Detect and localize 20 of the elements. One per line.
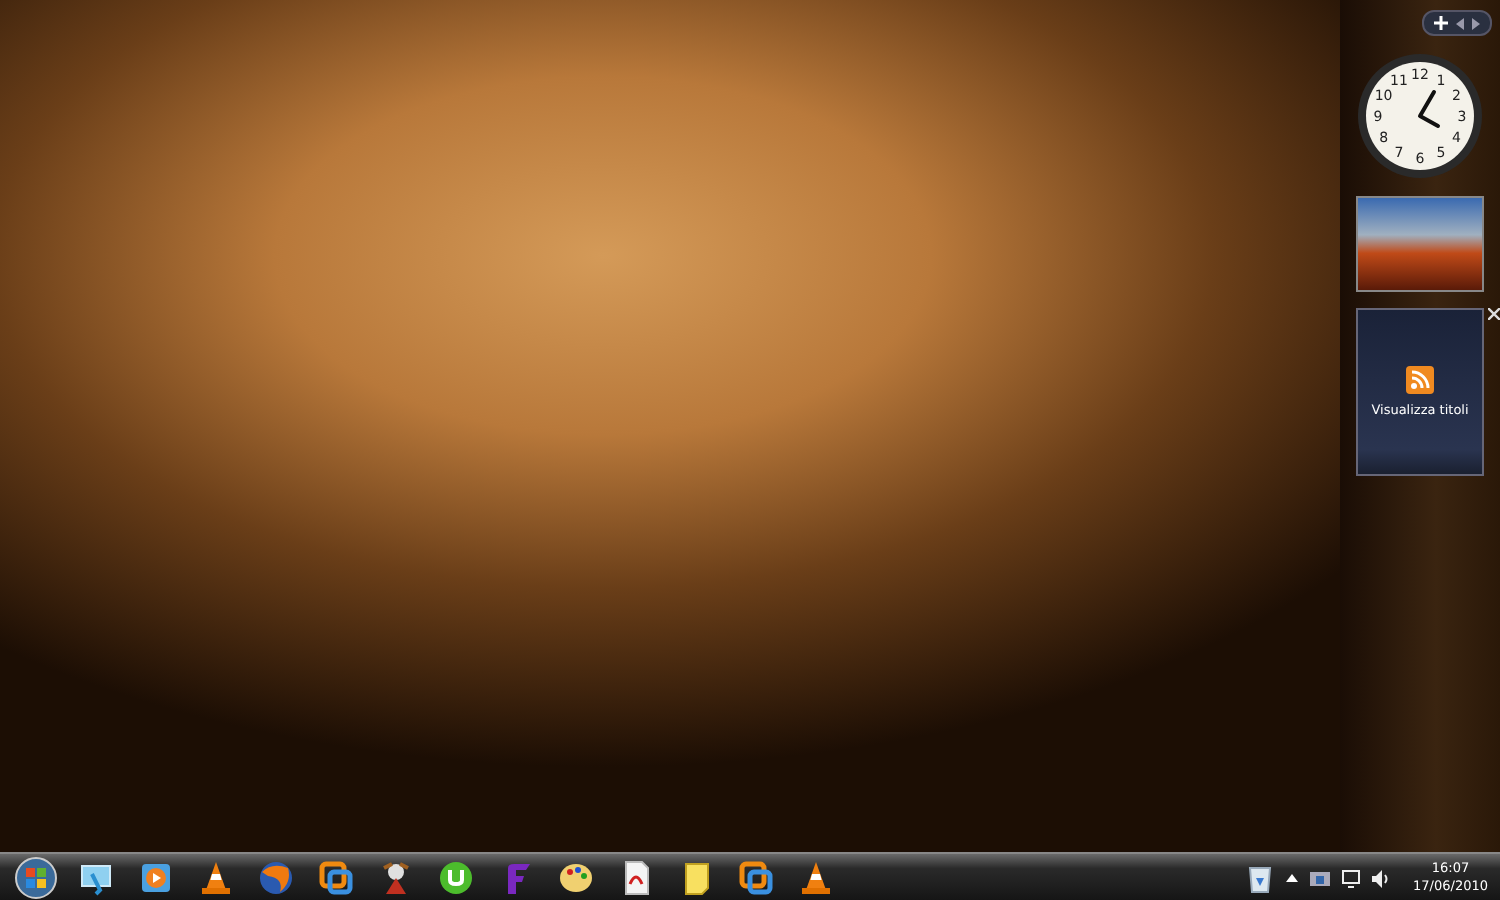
- photo-placeholder: [1356, 196, 1484, 292]
- clock-hands: [1418, 90, 1440, 128]
- overlapping-squares-icon: [316, 858, 356, 898]
- palette-icon: [556, 858, 596, 898]
- speaker-icon[interactable]: [1371, 869, 1390, 887]
- plus-icon[interactable]: [1434, 16, 1448, 30]
- globe-icon: [256, 858, 296, 898]
- up-arrow-icon[interactable]: [1285, 874, 1298, 882]
- arrows-icon[interactable]: [1456, 17, 1480, 29]
- u-circle-icon: [436, 858, 476, 898]
- network-icon[interactable]: [1309, 869, 1330, 887]
- overlapping-squares-icon: [736, 858, 776, 898]
- play-icon: [136, 858, 176, 898]
- close-icon[interactable]: [1488, 308, 1500, 320]
- monitor-icon[interactable]: [1341, 869, 1360, 887]
- traffic-cone-icon: [196, 858, 236, 898]
- rss-icon: [1406, 366, 1434, 394]
- traffic-cone-icon: [796, 858, 836, 898]
- recycle-bin-icon[interactable]: [1245, 862, 1274, 894]
- start-orb-icon: [14, 856, 58, 900]
